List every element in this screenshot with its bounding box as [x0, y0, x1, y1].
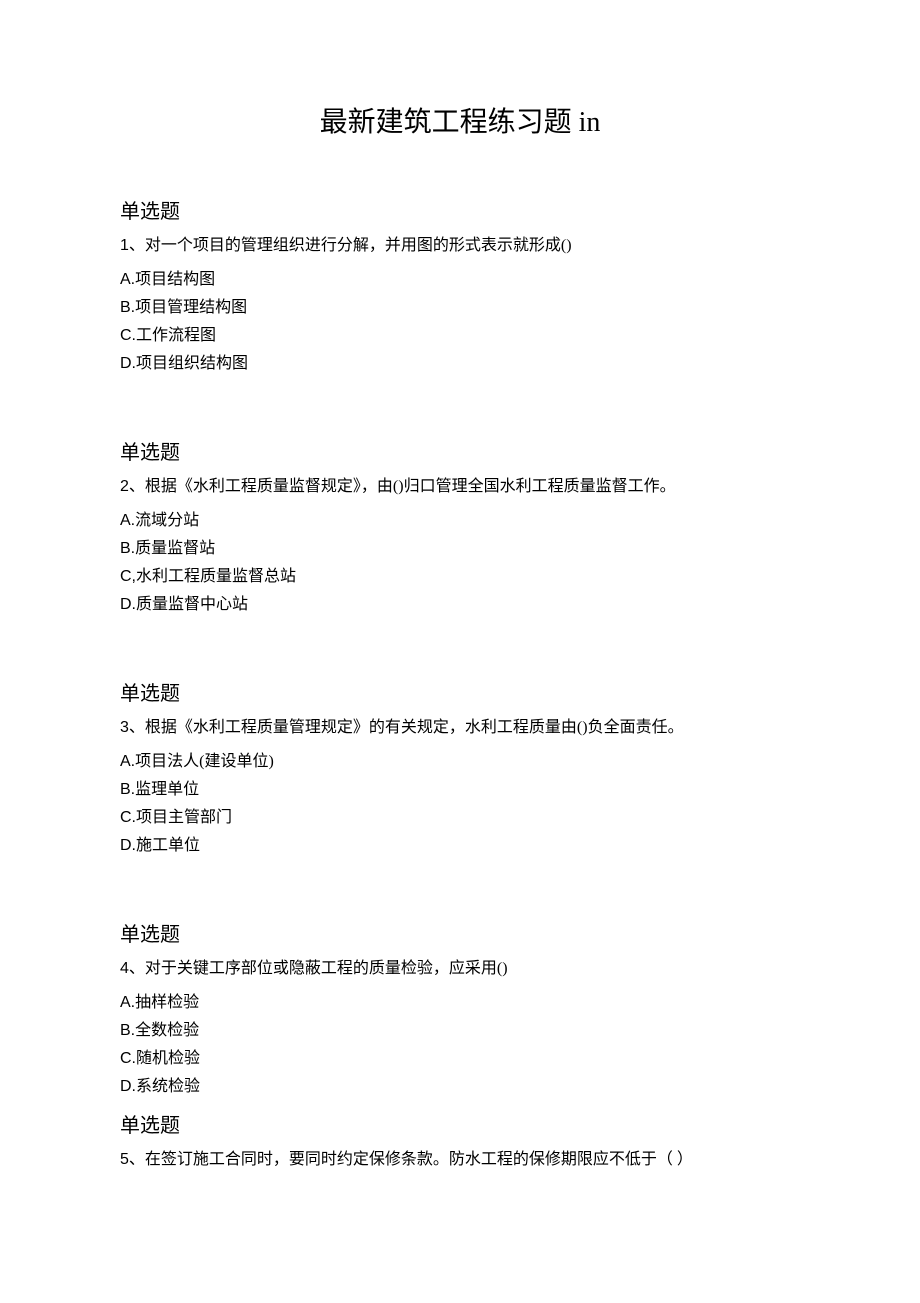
option-letter: B.	[120, 781, 135, 798]
option-text: 项目管理结构图	[135, 299, 247, 316]
option-text: 项目主管部门	[136, 809, 232, 826]
question-block-4: 单选题 4、对于关键工序部位或隐蔽工程的质量检验，应采用() A.抽样检验 B.…	[120, 918, 800, 1101]
question-heading: 单选题	[120, 195, 800, 224]
question-text: 4、对于关键工序部位或隐蔽工程的质量检验，应采用()	[120, 957, 800, 981]
option-letter: D.	[120, 355, 136, 372]
option-text: 质量监督站	[135, 540, 215, 557]
option-d: D.系统检验	[120, 1073, 800, 1101]
option-letter: C.	[120, 1050, 136, 1067]
question-stem: 根据《水利工程质量管理规定》的有关规定，水利工程质量由()负全面责任。	[145, 719, 684, 736]
option-c: C.项目主管部门	[120, 804, 800, 832]
question-heading: 单选题	[120, 918, 800, 947]
question-stem: 对一个项目的管理组织进行分解，并用图的形式表示就形成()	[145, 237, 572, 254]
option-d: D.施工单位	[120, 832, 800, 860]
question-stem: 对于关键工序部位或隐蔽工程的质量检验，应采用()	[145, 960, 508, 977]
question-block-5: 单选题 5、在签订施工合同时，要同时约定保修条款。防水工程的保修期限应不低于（ …	[120, 1109, 800, 1172]
option-text: 施工单位	[136, 837, 200, 854]
option-letter: C,	[120, 568, 136, 585]
option-a: A.流域分站	[120, 507, 800, 535]
question-text: 2、根据《水利工程质量监督规定》，由()归口管理全国水利工程质量监督工作。	[120, 475, 800, 499]
question-block-1: 单选题 1、对一个项目的管理组织进行分解，并用图的形式表示就形成() A.项目结…	[120, 195, 800, 378]
option-b: B.项目管理结构图	[120, 294, 800, 322]
option-d: D.项目组织结构图	[120, 350, 800, 378]
question-block-3: 单选题 3、根据《水利工程质量管理规定》的有关规定，水利工程质量由()负全面责任…	[120, 677, 800, 860]
option-letter: D.	[120, 837, 136, 854]
option-a: A.项目结构图	[120, 266, 800, 294]
option-b: B.质量监督站	[120, 535, 800, 563]
question-block-2: 单选题 2、根据《水利工程质量监督规定》，由()归口管理全国水利工程质量监督工作…	[120, 436, 800, 619]
option-text: 系统检验	[136, 1078, 200, 1095]
option-a: A.项目法人(建设单位)	[120, 748, 800, 776]
option-text: 随机检验	[136, 1050, 200, 1067]
option-letter: A.	[120, 994, 135, 1011]
question-text: 3、根据《水利工程质量管理规定》的有关规定，水利工程质量由()负全面责任。	[120, 716, 800, 740]
option-b: B.全数检验	[120, 1017, 800, 1045]
question-heading: 单选题	[120, 436, 800, 465]
option-c: C.随机检验	[120, 1045, 800, 1073]
option-text: 质量监督中心站	[136, 596, 248, 613]
option-letter: C.	[120, 809, 136, 826]
question-number: 3、	[120, 719, 145, 736]
option-letter: C.	[120, 327, 136, 344]
option-a: A.抽样检验	[120, 989, 800, 1017]
question-number: 2、	[120, 478, 145, 495]
option-text: 项目结构图	[135, 271, 215, 288]
question-text: 5、在签订施工合同时，要同时约定保修条款。防水工程的保修期限应不低于（ ）	[120, 1148, 800, 1172]
option-text: 项目组织结构图	[136, 355, 248, 372]
page-title: 最新建筑工程练习题 in	[120, 100, 800, 140]
option-letter: D.	[120, 596, 136, 613]
question-number: 5、	[120, 1151, 145, 1168]
question-text: 1、对一个项目的管理组织进行分解，并用图的形式表示就形成()	[120, 234, 800, 258]
option-c: C,水利工程质量监督总站	[120, 563, 800, 591]
question-stem: 根据《水利工程质量监督规定》，由()归口管理全国水利工程质量监督工作。	[145, 478, 676, 495]
option-letter: A.	[120, 271, 135, 288]
option-text: 流域分站	[135, 512, 199, 529]
option-b: B.监理单位	[120, 776, 800, 804]
question-number: 4、	[120, 960, 145, 977]
option-d: D.质量监督中心站	[120, 591, 800, 619]
option-letter: D.	[120, 1078, 136, 1095]
option-letter: B.	[120, 1022, 135, 1039]
question-heading: 单选题	[120, 677, 800, 706]
option-letter: B.	[120, 299, 135, 316]
option-text: 工作流程图	[136, 327, 216, 344]
option-c: C.工作流程图	[120, 322, 800, 350]
option-letter: A.	[120, 512, 135, 529]
option-text: 监理单位	[135, 781, 199, 798]
option-text: 水利工程质量监督总站	[136, 568, 296, 585]
option-text: 项目法人(建设单位)	[135, 753, 274, 770]
question-heading: 单选题	[120, 1109, 800, 1138]
question-number: 1、	[120, 237, 145, 254]
option-letter: B.	[120, 540, 135, 557]
question-stem: 在签订施工合同时，要同时约定保修条款。防水工程的保修期限应不低于（ ）	[145, 1151, 693, 1168]
option-text: 全数检验	[135, 1022, 199, 1039]
option-letter: A.	[120, 753, 135, 770]
option-text: 抽样检验	[135, 994, 199, 1011]
